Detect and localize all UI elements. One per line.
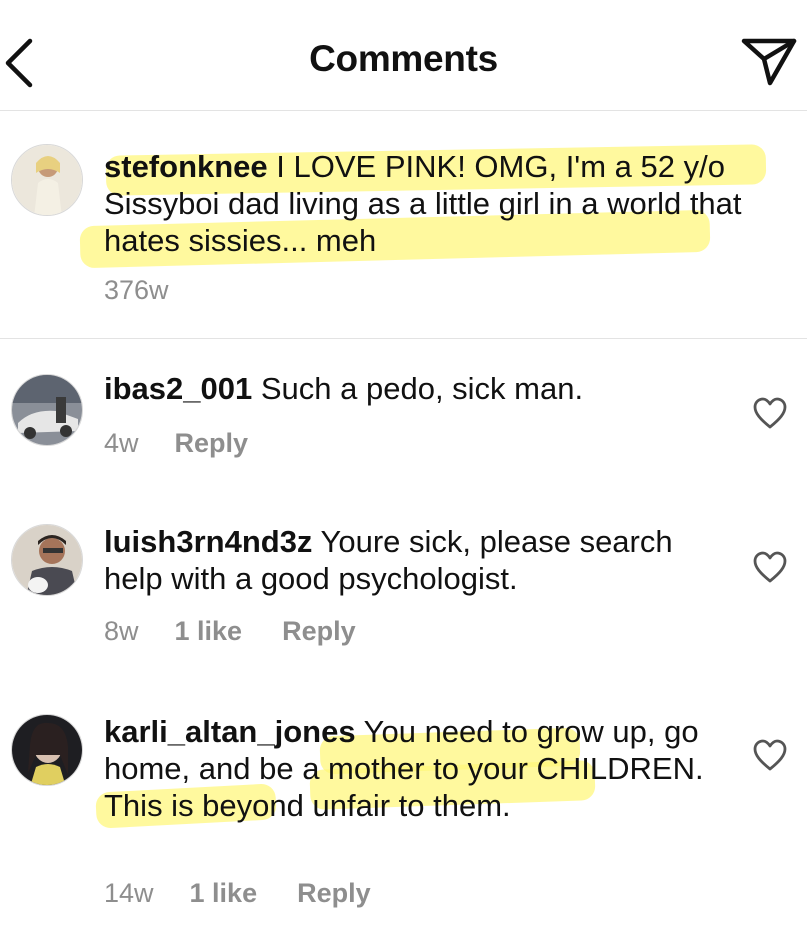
timestamp: 14w bbox=[104, 878, 154, 908]
caption-divider bbox=[0, 338, 807, 339]
avatar[interactable] bbox=[11, 374, 83, 446]
reply-button[interactable]: Reply bbox=[282, 616, 356, 647]
username[interactable]: karli_altan_jones bbox=[104, 714, 356, 749]
comment-text: luish3rn4nd3z Youre sick, please search … bbox=[104, 523, 724, 597]
comment-text: karli_altan_jones You need to grow up, g… bbox=[104, 713, 704, 824]
comment-meta: 8w 1 like Reply bbox=[104, 616, 356, 647]
comment-body: Such a pedo, sick man. bbox=[260, 371, 584, 406]
user-photo-icon bbox=[12, 145, 82, 215]
caption-text: stefonknee I LOVE PINK! OMG, I'm a 52 y/… bbox=[104, 148, 794, 259]
timestamp: 376w bbox=[104, 275, 169, 305]
comment-meta: 376w bbox=[104, 275, 169, 306]
like-button[interactable] bbox=[752, 396, 788, 430]
timestamp: 8w bbox=[104, 616, 139, 646]
user-photo-icon bbox=[12, 375, 82, 445]
username[interactable]: ibas2_001 bbox=[104, 371, 252, 406]
header: Comments bbox=[0, 0, 807, 110]
avatar[interactable] bbox=[11, 144, 83, 216]
comment-item: luish3rn4nd3z Youre sick, please search … bbox=[0, 510, 807, 660]
comment-meta: 4w Reply bbox=[104, 428, 248, 459]
user-photo-icon bbox=[12, 525, 82, 595]
username[interactable]: stefonknee bbox=[104, 149, 268, 184]
avatar[interactable] bbox=[11, 524, 83, 596]
caption: stefonknee I LOVE PINK! OMG, I'm a 52 y/… bbox=[0, 130, 807, 330]
paper-plane-icon bbox=[741, 38, 797, 86]
comment-text: ibas2_001 Such a pedo, sick man. bbox=[104, 370, 724, 407]
comment-meta: 14w 1 like Reply bbox=[104, 878, 371, 909]
like-button[interactable] bbox=[752, 738, 788, 772]
heart-icon bbox=[753, 551, 787, 583]
username[interactable]: luish3rn4nd3z bbox=[104, 524, 312, 559]
user-photo-icon bbox=[12, 715, 82, 785]
avatar[interactable] bbox=[11, 714, 83, 786]
likes-count[interactable]: 1 like bbox=[175, 616, 243, 647]
heart-icon bbox=[753, 739, 787, 771]
header-divider bbox=[0, 110, 807, 111]
heart-icon bbox=[753, 397, 787, 429]
reply-button[interactable]: Reply bbox=[297, 878, 371, 909]
reply-button[interactable]: Reply bbox=[175, 428, 249, 459]
timestamp: 4w bbox=[104, 428, 139, 458]
comment-item: ibas2_001 Such a pedo, sick man. 4w Repl… bbox=[0, 360, 807, 480]
page-title: Comments bbox=[309, 38, 498, 79]
comment-item: karli_altan_jones You need to grow up, g… bbox=[0, 700, 807, 920]
likes-count[interactable]: 1 like bbox=[190, 878, 258, 909]
share-button[interactable] bbox=[740, 35, 798, 87]
like-button[interactable] bbox=[752, 550, 788, 584]
